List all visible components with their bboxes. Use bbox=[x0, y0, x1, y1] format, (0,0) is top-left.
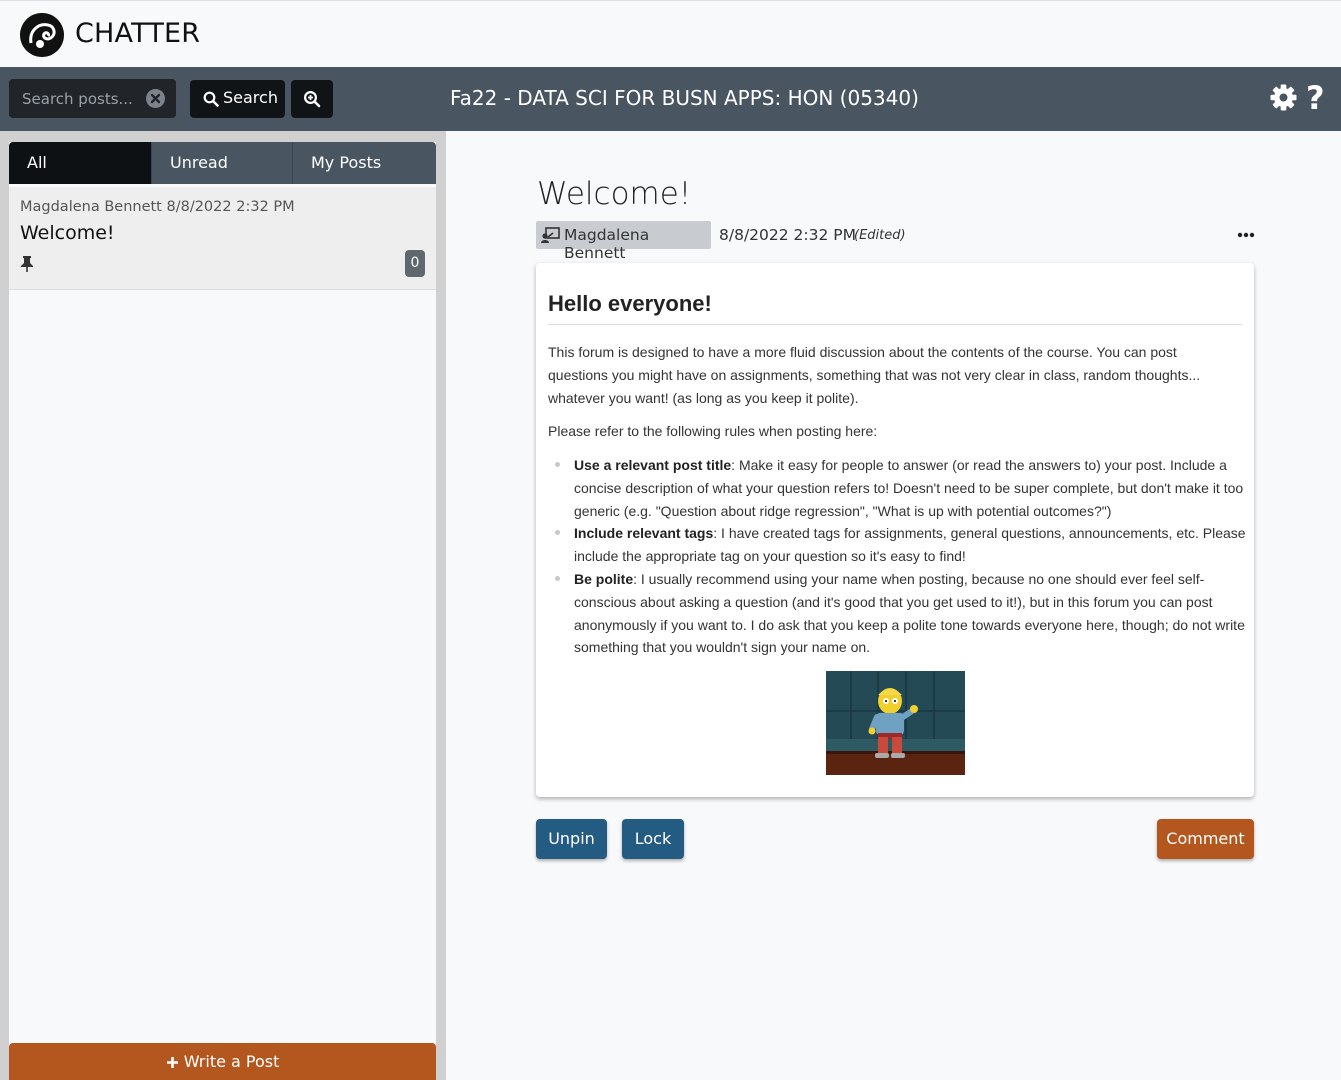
bullet bbox=[555, 530, 560, 536]
heading-divider bbox=[548, 324, 1242, 325]
gear-icon[interactable] bbox=[1270, 84, 1297, 111]
zoom-in-icon bbox=[303, 90, 321, 108]
help-icon[interactable]: ? bbox=[1306, 79, 1325, 117]
tab-my-posts[interactable]: My Posts bbox=[292, 142, 436, 184]
unpin-button[interactable]: Unpin bbox=[536, 819, 607, 859]
write-post-button[interactable]: Write a Post bbox=[9, 1043, 436, 1080]
post-author: Magdalena Bennett bbox=[564, 226, 650, 262]
comment-button[interactable]: Comment bbox=[1157, 819, 1254, 859]
top-toolbar: Search Fa22 - DATA SCI FOR BUSN APPS: HO… bbox=[0, 67, 1341, 131]
rule-title: Be polite bbox=[574, 570, 634, 587]
bullet bbox=[555, 462, 560, 467]
pin-icon bbox=[20, 255, 34, 273]
post-list-item[interactable]: Magdalena Bennett 8/8/2022 2:32 PM Welco… bbox=[9, 187, 436, 290]
author-chip[interactable]: Magdalena Bennett bbox=[536, 221, 711, 262]
post-list-item-date: 8/8/2022 2:32 PM bbox=[166, 199, 295, 215]
comment-count-badge: 0 bbox=[405, 250, 425, 277]
rule-item: Be polite: I usually recommend using you… bbox=[555, 568, 1246, 659]
post-date: 8/8/2022 2:32 PM bbox=[719, 226, 856, 244]
rule-text: : I usually recommend using your name wh… bbox=[574, 570, 1245, 656]
post-list-item-title: Welcome! bbox=[20, 222, 115, 244]
tab-all[interactable]: All bbox=[9, 142, 151, 184]
post-body-card: Hello everyone! This forum is designed t… bbox=[536, 263, 1254, 797]
chatter-logo-icon[interactable] bbox=[20, 13, 64, 57]
tab-unread[interactable]: Unread bbox=[151, 142, 292, 184]
course-title: Fa22 - DATA SCI FOR BUSN APPS: HON (0534… bbox=[450, 86, 919, 110]
post-list-panel: All Unread My Posts Magdalena Bennett 8/… bbox=[9, 142, 436, 1080]
post-filter-tabs: All Unread My Posts bbox=[9, 142, 436, 184]
lock-button[interactable]: Lock bbox=[622, 819, 684, 859]
clear-search-icon[interactable] bbox=[146, 89, 165, 108]
sidebar: All Unread My Posts Magdalena Bennett 8/… bbox=[0, 131, 446, 1080]
rule-title: Include relevant tags bbox=[574, 525, 714, 542]
rule-item: Use a relevant post title: Make it easy … bbox=[555, 454, 1246, 522]
advanced-search-button[interactable] bbox=[291, 80, 333, 118]
rule-title: Use a relevant post title bbox=[574, 457, 732, 473]
instructor-icon bbox=[541, 227, 560, 243]
post-edited-flag: (Edited) bbox=[854, 228, 906, 243]
rules-list: Use a relevant post title: Make it easy … bbox=[555, 454, 1246, 659]
search-icon bbox=[203, 91, 219, 107]
search-input[interactable] bbox=[9, 79, 144, 118]
rule-item: Include relevant tags: I have created ta… bbox=[555, 522, 1246, 568]
post-list-item-author: Magdalena Bennett bbox=[20, 199, 162, 215]
brand-title[interactable]: CHATTER bbox=[75, 18, 200, 49]
search-button[interactable]: Search bbox=[190, 80, 285, 118]
waving-cartoon-image bbox=[826, 671, 965, 775]
search-box bbox=[9, 79, 176, 118]
write-post-label: Write a Post bbox=[183, 1052, 280, 1071]
post-paragraph-rules-intro: Please refer to the following rules when… bbox=[548, 423, 878, 439]
search-button-label: Search bbox=[223, 88, 278, 107]
post-list-item-meta: Magdalena Bennett 8/8/2022 2:32 PM bbox=[20, 199, 295, 215]
post-paragraph-intro: This forum is designed to have a more fl… bbox=[548, 344, 1201, 406]
bullet bbox=[555, 575, 560, 581]
more-options-icon[interactable] bbox=[1237, 227, 1255, 241]
post-title: Welcome! bbox=[537, 176, 692, 212]
plus-icon bbox=[166, 1057, 178, 1068]
brand-bar: CHATTER bbox=[0, 0, 1341, 67]
post-heading: Hello everyone! bbox=[548, 291, 712, 316]
